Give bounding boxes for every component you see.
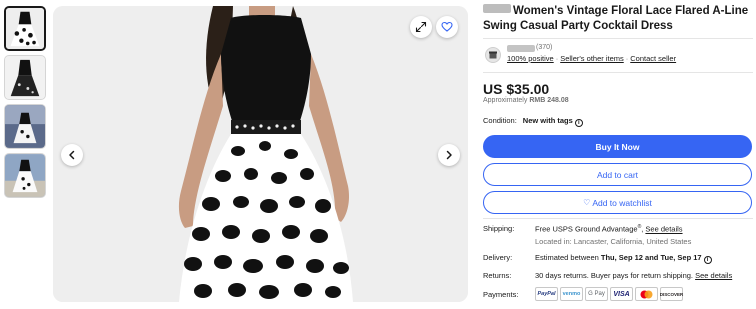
add-to-cart-button[interactable]: Add to cart [483, 163, 752, 186]
add-to-favorites-button[interactable] [436, 16, 458, 38]
price: US $35.00 [483, 81, 550, 97]
payment-methods: PayPal venmo G Pay VISA DISCOVER [535, 287, 683, 301]
discover-logo: DISCOVER [660, 287, 683, 301]
add-to-watchlist-button[interactable]: ♡ Add to watchlist [483, 191, 752, 214]
thumbnail-3-image [5, 105, 45, 148]
mastercard-icon [640, 290, 653, 298]
delivery-label: Delivery: [483, 253, 513, 262]
seller-links: 100% positive · Seller's other items · Conta… [507, 54, 676, 63]
separator-dot: · [555, 54, 559, 63]
heart-icon [441, 21, 453, 32]
condition-value: New with tags [522, 116, 573, 125]
shipping-see-details-link[interactable]: See details [645, 225, 682, 234]
venmo-logo: venmo [560, 287, 583, 301]
delivery-value: Estimated between Thu, Sep 12 and Tue, S… [535, 253, 712, 264]
store-icon [489, 51, 497, 59]
returns-text: 30 days returns. Buyer pays for return s… [535, 271, 693, 280]
chevron-left-icon [69, 150, 75, 160]
thumbnail-1-image [6, 8, 44, 49]
seller-positive-link[interactable]: 100% positive [507, 54, 554, 63]
expand-icon [415, 21, 427, 33]
visa-logo: VISA [610, 287, 633, 301]
seller-info: (370) 100% positive · Seller's other items… [483, 44, 753, 66]
redacted-brand [483, 4, 511, 13]
condition-label: Condition: [483, 116, 517, 125]
approx-price: Approximately RMB 248.08 [483, 97, 569, 104]
heart-icon: ♡ [583, 198, 591, 207]
previous-image-button[interactable] [61, 144, 83, 166]
registered-mark: ® [637, 224, 642, 230]
shipping-label: Shipping: [483, 224, 515, 233]
returns-see-details-link[interactable]: See details [695, 271, 732, 280]
main-product-image[interactable] [53, 6, 468, 302]
buy-it-now-button[interactable]: Buy It Now [483, 135, 752, 158]
condition: Condition: New with tags i [483, 116, 583, 127]
thumbnail-strip [4, 6, 48, 202]
thumbnail-2[interactable] [4, 55, 46, 100]
seller-feedback-count: (370) [536, 44, 553, 51]
watchlist-label: Add to watchlist [592, 197, 652, 208]
thumbnail-4-image [5, 154, 45, 197]
chevron-right-icon [446, 150, 452, 160]
returns-label: Returns: [483, 271, 512, 280]
expand-image-button[interactable] [410, 16, 432, 38]
paypal-logo: PayPal [535, 287, 558, 301]
listing-title: Women's Vintage Floral Lace Flared A-Lin… [483, 4, 749, 32]
mastercard-logo [635, 287, 658, 301]
next-image-button[interactable] [438, 144, 460, 166]
dress-photo [53, 6, 468, 302]
thumbnail-2-image [5, 56, 45, 99]
divider [483, 218, 753, 219]
approx-label: Approximately [483, 97, 528, 104]
thumbnail-1[interactable] [4, 6, 46, 51]
seller-name-redacted[interactable] [507, 45, 535, 52]
thumbnail-4[interactable] [4, 153, 46, 198]
info-icon[interactable]: i [574, 119, 583, 127]
delivery-dates: Thu, Sep 12 and Tue, Sep 17 [600, 253, 702, 262]
info-icon[interactable]: i [703, 256, 712, 264]
divider [483, 72, 753, 73]
seller-avatar[interactable] [485, 47, 501, 63]
approx-value: RMB 248.08 [529, 97, 569, 104]
google-pay-logo: G Pay [585, 287, 608, 301]
seller-other-items-link[interactable]: Seller's other items [560, 54, 624, 63]
separator-dot: · [625, 54, 629, 63]
shipping-method: Free USPS Ground Advantage [535, 224, 638, 234]
thumbnail-3[interactable] [4, 104, 46, 149]
item-location: Located in: Lancaster, California, Unite… [535, 237, 692, 246]
payments-label: Payments: [483, 290, 519, 299]
shipping-value: Free USPS Ground Advantage®, See details [535, 224, 683, 234]
returns-value: 30 days returns. Buyer pays for return s… [535, 271, 732, 280]
divider [483, 38, 753, 39]
listing-info: Women's Vintage Floral Lace Flared A-Lin… [483, 4, 753, 34]
contact-seller-link[interactable]: Contact seller [630, 54, 676, 63]
delivery-prefix: Estimated between [535, 253, 601, 262]
